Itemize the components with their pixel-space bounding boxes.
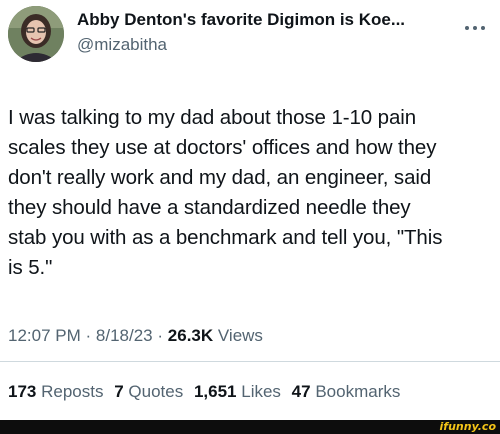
likes-stat[interactable]: 1,651 Likes: [194, 382, 286, 401]
tweet-text-line: they should have a standardized needle t…: [8, 196, 411, 219]
tweet-text: I was talking to my dad about those 1-10…: [8, 103, 496, 283]
views-label: Views: [217, 326, 263, 345]
bookmarks-label: Bookmarks: [315, 382, 401, 401]
meta-separator: ·: [157, 326, 164, 345]
quotes-label: Quotes: [128, 382, 184, 401]
bookmarks-count: 47: [291, 382, 311, 401]
watermark-logo: ifunny.co: [439, 420, 496, 433]
tweet-time[interactable]: 12:07 PM: [8, 326, 81, 345]
quotes-count: 7: [114, 382, 124, 401]
tweet-date[interactable]: 8/18/23: [96, 326, 153, 345]
meta-separator: ·: [85, 326, 92, 345]
bookmarks-stat[interactable]: 47 Bookmarks: [292, 382, 401, 401]
tweet-card: Abby Denton's favorite Digimon is Koe...…: [0, 0, 500, 418]
author-handle[interactable]: @mizabitha: [77, 35, 167, 55]
views-count: 26.3K: [167, 326, 214, 345]
tweet-text-line: scales they use at doctors' offices and …: [8, 136, 437, 159]
tweet-meta: 12:07 PM · 8/18/23 · 26.3K Views: [8, 326, 263, 346]
more-horizontal-icon[interactable]: [462, 20, 488, 30]
avatar[interactable]: [8, 6, 64, 62]
reposts-count: 173: [8, 382, 37, 401]
tweet-text-line: is 5.": [8, 256, 53, 279]
tweet-text-line: I was talking to my dad about those 1-10…: [8, 106, 417, 129]
likes-label: Likes: [241, 382, 281, 401]
engagement-stats: 173 Reposts 7 Quotes 1,651 Likes 47 Book…: [8, 382, 406, 402]
reposts-stat[interactable]: 173 Reposts: [8, 382, 108, 401]
divider: [0, 361, 500, 362]
tweet-text-line: stab you with as a benchmark and tell yo…: [8, 226, 443, 249]
author-display-name[interactable]: Abby Denton's favorite Digimon is Koe...: [77, 10, 405, 30]
tweet-text-line: don't really work and my dad, an enginee…: [8, 166, 432, 189]
quotes-stat[interactable]: 7 Quotes: [114, 382, 188, 401]
watermark-bar: [0, 420, 500, 434]
reposts-label: Reposts: [41, 382, 104, 401]
likes-count: 1,651: [193, 382, 237, 401]
